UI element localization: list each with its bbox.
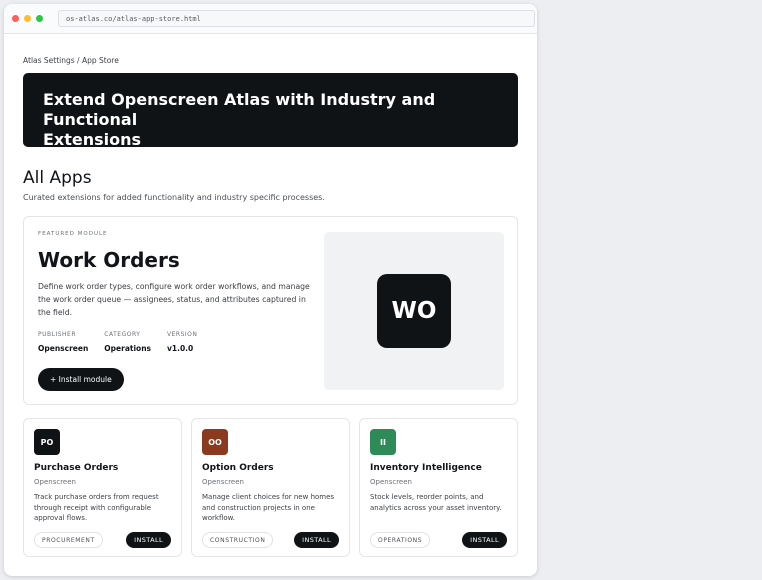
- breadcrumb[interactable]: Atlas Settings / App Store: [23, 56, 119, 65]
- meta-version-value: v1.0.0: [167, 344, 194, 353]
- work-orders-logo-icon: WO: [377, 274, 451, 348]
- app-card-option-orders[interactable]: OO Option Orders Openscreen Manage clien…: [191, 418, 350, 557]
- install-button[interactable]: INSTALL: [294, 532, 339, 548]
- section-title: All Apps: [23, 168, 92, 188]
- inventory-intelligence-icon: II: [370, 429, 396, 455]
- meta-version-label: VERSION: [167, 331, 198, 338]
- featured-description: Define work order types, configure work …: [38, 282, 310, 317]
- app-card-publisher: Openscreen: [202, 478, 244, 486]
- app-card-title: Option Orders: [202, 463, 274, 473]
- hero-title-line-2: Extensions: [43, 130, 142, 149]
- app-card-list: PO Purchase Orders Openscreen Track purc…: [23, 418, 518, 557]
- minimize-window-dot[interactable]: [24, 15, 31, 22]
- address-bar[interactable]: os-atlas.co/atlas-app-store.html: [58, 10, 535, 27]
- app-card-publisher: Openscreen: [370, 478, 412, 486]
- app-card-description: Track purchase orders from request throu…: [34, 493, 159, 522]
- app-card-purchase-orders[interactable]: PO Purchase Orders Openscreen Track purc…: [23, 418, 182, 557]
- featured-meta: PUBLISHER Openscreen CATEGORY Operations…: [38, 331, 213, 353]
- app-card-title: Inventory Intelligence: [370, 463, 482, 473]
- meta-category-value: Operations: [104, 344, 151, 353]
- app-card-publisher: Openscreen: [34, 478, 76, 486]
- featured-title: Work Orders: [38, 248, 180, 272]
- section-subtitle: Curated extensions for added functionali…: [23, 193, 325, 202]
- app-card-description: Manage client choices for new homes and …: [202, 493, 335, 522]
- purchase-orders-icon: PO: [34, 429, 60, 455]
- address-bar-url: os-atlas.co/atlas-app-store.html: [66, 14, 201, 23]
- meta-category: CATEGORY Operations: [104, 331, 151, 353]
- meta-version: VERSION v1.0.0: [167, 331, 197, 353]
- featured-preview: WO: [324, 232, 504, 390]
- browser-titlebar: os-atlas.co/atlas-app-store.html: [4, 4, 537, 34]
- app-card-category-tag: CONSTRUCTION: [202, 532, 274, 548]
- maximize-window-dot[interactable]: [36, 15, 43, 22]
- meta-category-label: CATEGORY: [104, 331, 141, 338]
- install-module-button[interactable]: + Install module: [38, 368, 124, 391]
- install-button[interactable]: INSTALL: [126, 532, 171, 548]
- app-card-title: Purchase Orders: [34, 463, 119, 473]
- meta-publisher-value: Openscreen: [38, 344, 89, 353]
- hero-banner: Extend Openscreen Atlas with Industry an…: [23, 73, 518, 150]
- hero-title: Extend Openscreen Atlas with Industry an…: [43, 90, 498, 150]
- install-button[interactable]: INSTALL: [462, 532, 507, 548]
- app-card-category-tag: OPERATIONS: [370, 532, 431, 548]
- app-card-description: Stock levels, reorder points, and analyt…: [370, 493, 502, 512]
- meta-publisher: PUBLISHER Openscreen: [38, 331, 88, 353]
- meta-publisher-label: PUBLISHER: [38, 331, 77, 338]
- featured-label: FEATURED MODULE: [38, 231, 108, 237]
- close-window-dot[interactable]: [12, 15, 19, 22]
- app-card-inventory-intelligence[interactable]: II Inventory Intelligence Openscreen Sto…: [359, 418, 518, 557]
- app-card-category-tag: PROCUREMENT: [34, 532, 103, 548]
- featured-module-card: FEATURED MODULE Work Orders Define work …: [23, 216, 518, 405]
- hero-title-line-1: Extend Openscreen Atlas with Industry an…: [43, 90, 436, 129]
- browser-window: os-atlas.co/atlas-app-store.html Atlas S…: [4, 4, 537, 576]
- option-orders-icon: OO: [202, 429, 228, 455]
